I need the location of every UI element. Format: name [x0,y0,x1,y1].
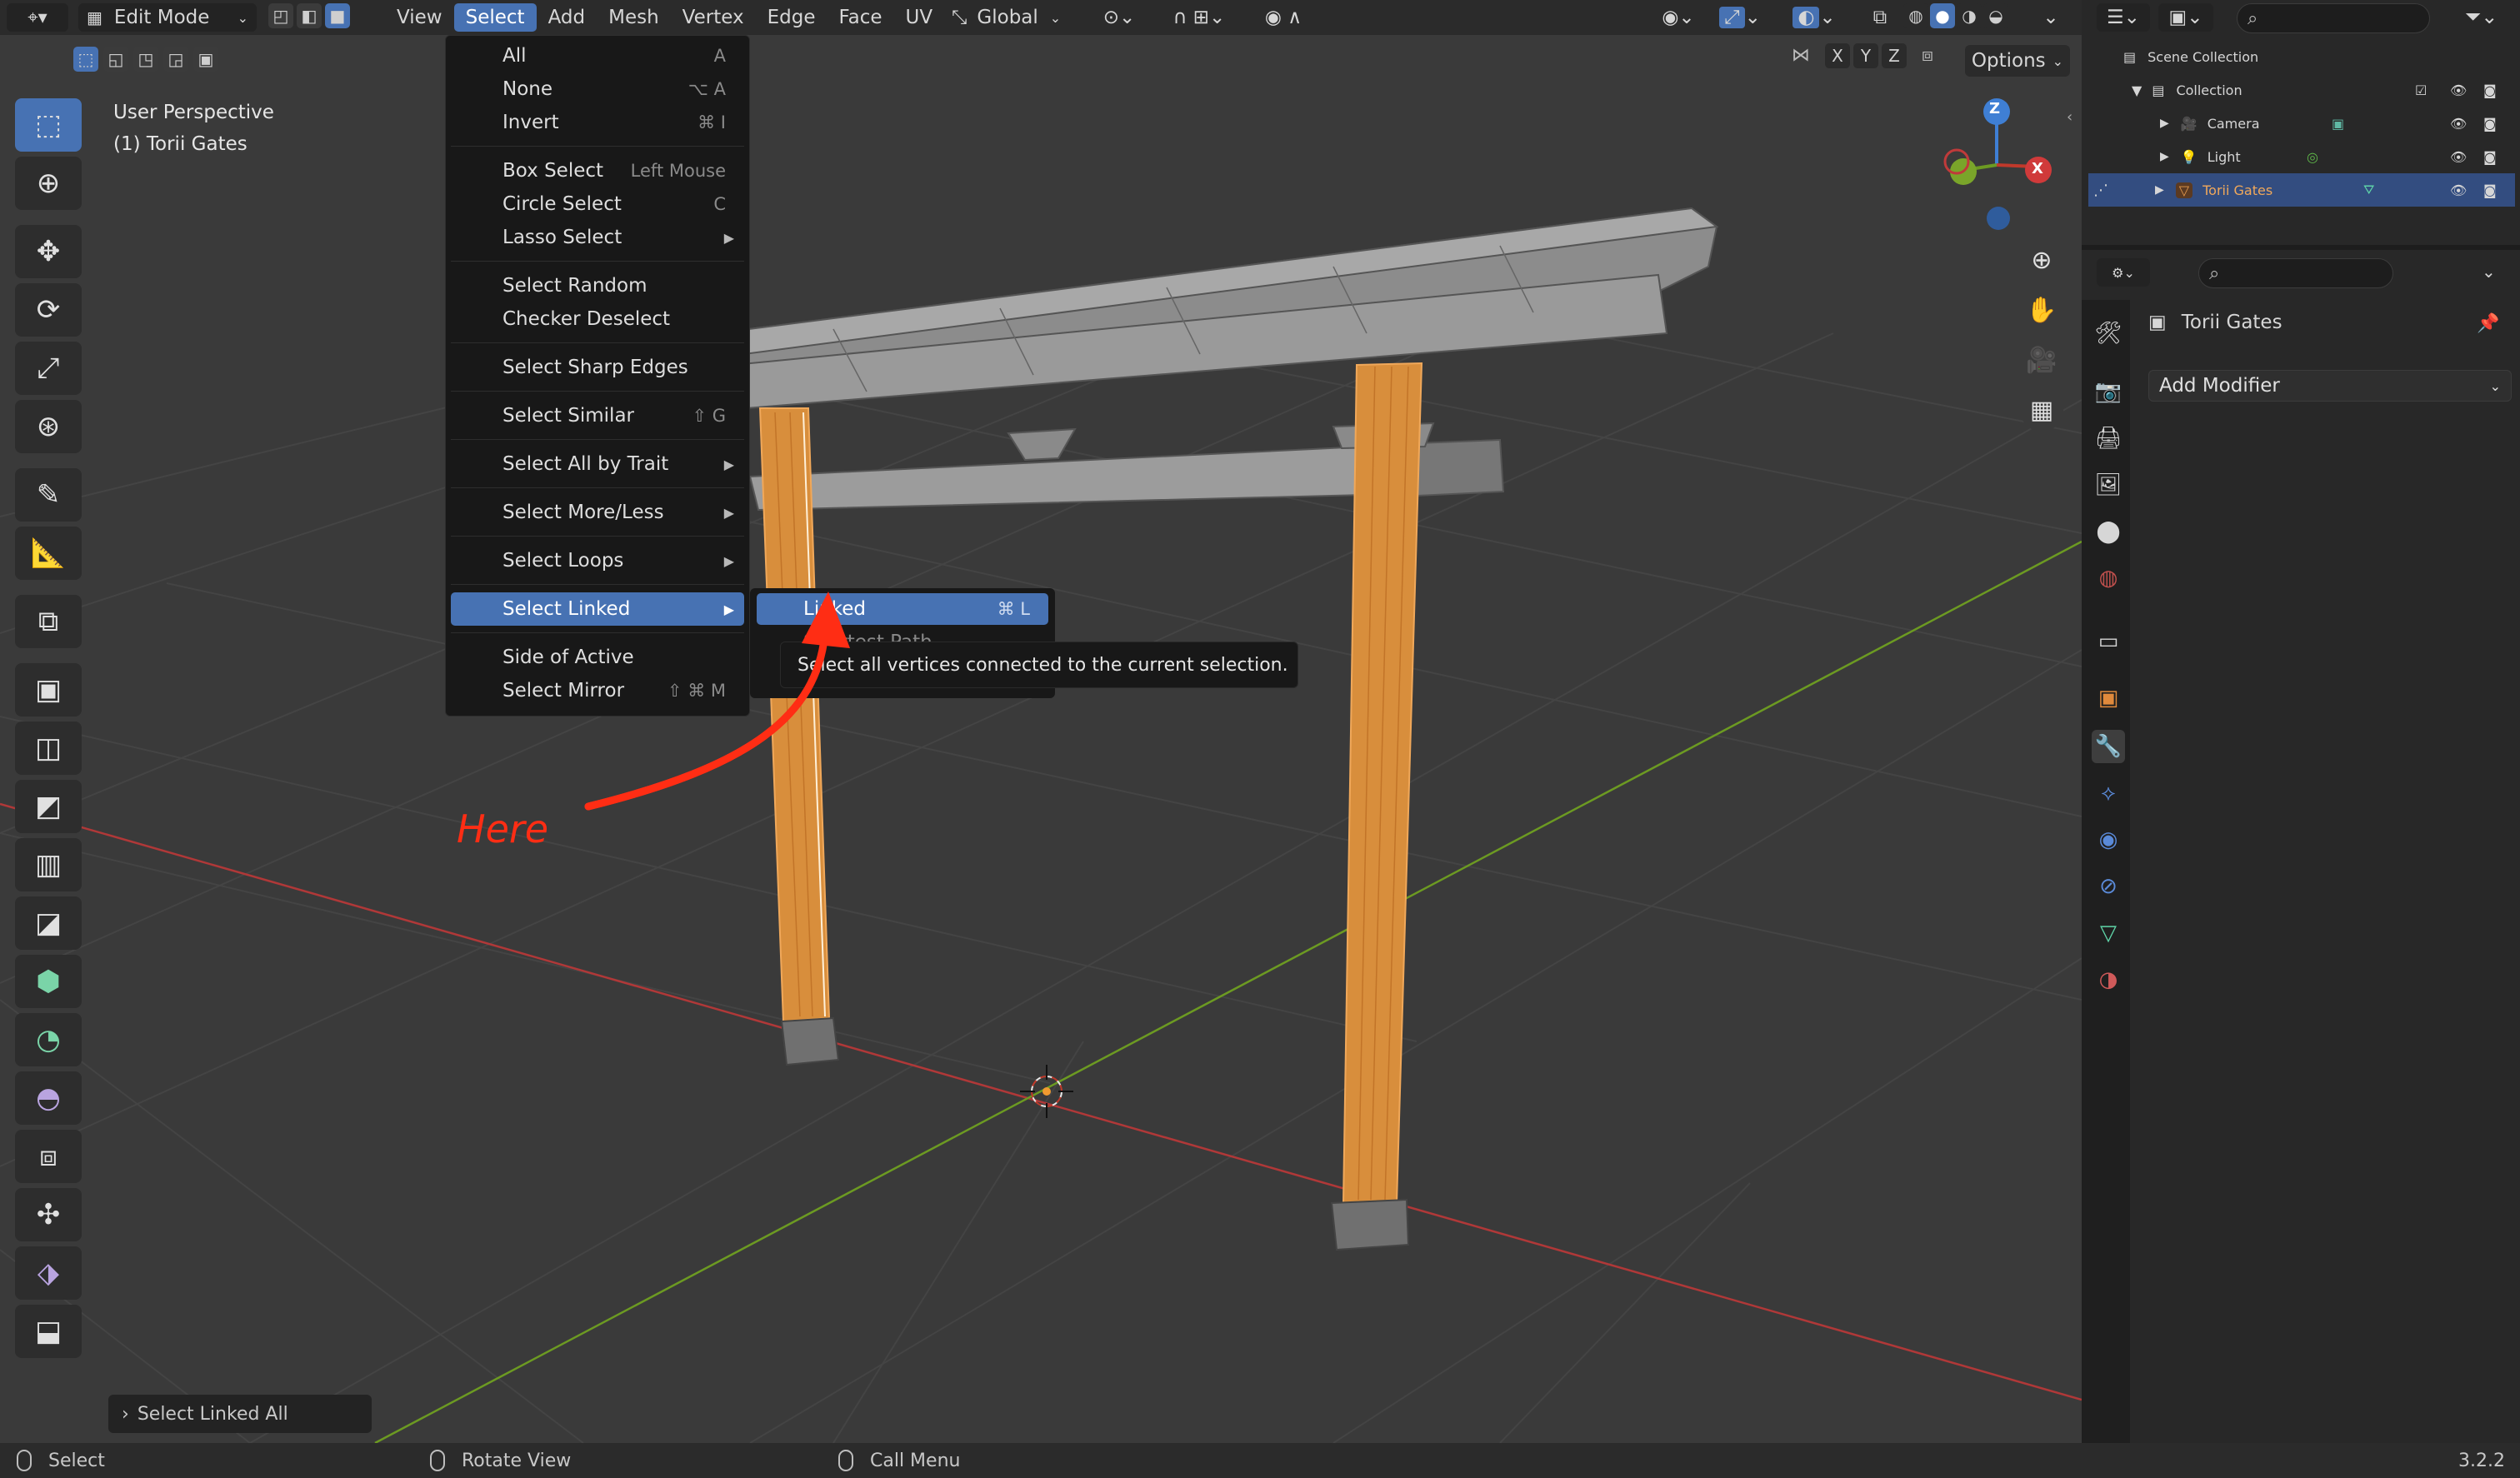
expand-arrow-icon: ▼ [2132,82,2142,98]
chevron-down-icon[interactable]: ⌄ [2482,262,2496,282]
status-right-action: Call Menu [838,1443,960,1478]
edit-mode-indicator-icon: ⋰ [2093,181,2108,199]
display-mode-button[interactable]: ▣⌄ [2158,3,2213,32]
camera-render-icon[interactable]: ◙ [2483,149,2497,165]
properties-icon: ⚙⌄ [2112,264,2135,281]
constraints-tab-icon[interactable]: ⊘ [2092,870,2125,903]
eye-icon[interactable]: 👁 [2450,116,2467,132]
properties-editor-type[interactable]: ⚙⌄ [2097,258,2150,287]
view-layer-tab-icon[interactable]: 🖼 [2092,468,2125,502]
scene-collection-label: Scene Collection [2148,48,2259,65]
collection-label: Collection [2176,82,2242,98]
filter-icon[interactable]: ⏷⌄ [2465,5,2498,28]
outliner-editor-type[interactable]: ☰⌄ [2097,3,2150,32]
mesh-object-icon: ▽ [2175,182,2193,198]
eye-icon[interactable]: 👁 [2450,182,2467,198]
data-tab-icon[interactable]: ▽ [2092,916,2125,950]
collection-tab-icon[interactable]: ▭ [2092,625,2125,658]
camera-render-icon[interactable]: ◙ [2483,82,2497,98]
physics-tab-icon[interactable]: ◉ [2092,823,2125,856]
status-left-action: Select [17,1443,105,1478]
annotation-label: Here [457,806,549,851]
outliner-scene-collection[interactable]: ▤ Scene Collection [2088,40,2515,73]
expand-arrow-icon: ▶ [2160,117,2169,130]
camera-object-icon: 🎥 [2180,115,2198,132]
camera-data-icon: ▣ [2332,115,2345,132]
camera-render-icon[interactable]: ◙ [2483,182,2497,198]
object-label: Torii Gates [2202,182,2273,198]
expand-arrow-icon: ▶ [2160,150,2169,163]
object-label: Light [2207,148,2241,165]
eye-icon[interactable]: 👁 [2450,82,2467,98]
add-modifier-label: Add Modifier [2159,375,2280,397]
mouse-right-icon [838,1450,853,1471]
mesh-data-icon: ⛛ [2363,182,2375,197]
object-label: Camera [2207,115,2260,132]
object-icon: ▣ [2148,312,2167,333]
outliner-item-torii-gates[interactable]: ⋰ ▶ ▽ Torii Gates ⛛ 👁 ◙ [2088,173,2515,207]
status-right-label: Call Menu [870,1450,961,1471]
output-tab-icon[interactable]: 🖨 [2092,422,2125,455]
status-middle-label: Rotate View [462,1450,572,1471]
checkbox-icon[interactable]: ☑ [2415,82,2427,98]
particles-tab-icon[interactable]: ⟡ [2092,776,2125,810]
light-data-icon: ◎ [2307,148,2318,165]
modifier-tab-icon[interactable]: 🔧 [2092,730,2125,763]
material-tab-icon[interactable]: ◑ [2092,963,2125,996]
render-tab-icon[interactable]: 📷 [2092,375,2125,408]
scene-tab-icon[interactable]: ⬤ [2092,515,2125,548]
world-tab-icon[interactable]: ◍ [2092,562,2125,595]
search-icon: ⌕ [2209,262,2220,284]
collection-icon: ▤ [2152,82,2165,98]
properties-object-name: Torii Gates [2181,312,2282,333]
pin-icon[interactable]: 📌 [2477,313,2499,334]
outliner-icon: ☰⌄ [2107,7,2140,28]
properties-search-input[interactable]: ⌕ [2198,258,2393,288]
version-label: 3.2.2 [2458,1450,2505,1471]
properties-panel [2082,250,2520,1443]
display-mode-icon: ▣⌄ [2168,7,2203,28]
camera-render-icon[interactable]: ◙ [2483,116,2497,132]
status-left-label: Select [48,1450,105,1471]
outliner-collection[interactable]: ▼ ▤ Collection ☑ 👁 ◙ [2088,73,2515,107]
outliner-item-light[interactable]: ▶ 💡 Light ◎ 👁 ◙ [2088,140,2515,173]
expand-arrow-icon: ▶ [2155,183,2164,197]
search-icon: ⌕ [2248,7,2258,29]
light-object-icon: 💡 [2180,148,2198,165]
properties-object-header: ▣ Torii Gates [2148,312,2282,333]
mouse-left-icon [17,1450,32,1471]
tool-tab-icon[interactable]: 🛠 [2092,317,2125,350]
object-tab-icon[interactable]: ▣ [2092,682,2125,715]
add-modifier-button[interactable]: Add Modifier ⌄ [2148,370,2512,402]
mouse-middle-icon [430,1450,445,1471]
outliner-search-input[interactable]: ⌕ [2237,3,2430,33]
outliner-item-camera[interactable]: ▶ 🎥 Camera ▣ 👁 ◙ [2088,107,2515,140]
eye-icon[interactable]: 👁 [2450,149,2467,165]
status-middle-action: Rotate View [430,1443,571,1478]
scene-collection-icon: ▤ [2123,48,2137,65]
status-bar: Select Rotate View Call Menu 3.2.2 [0,1443,2520,1478]
chevron-down-icon: ⌄ [2489,377,2501,394]
